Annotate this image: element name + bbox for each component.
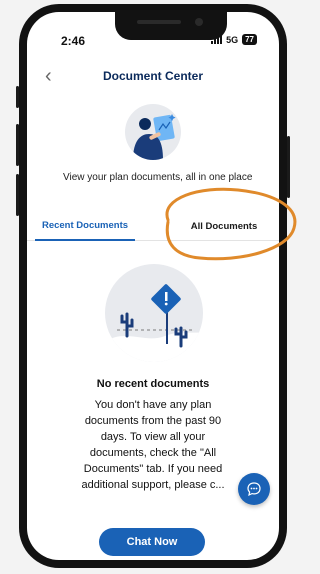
chat-fab-button[interactable]: [238, 473, 270, 505]
power-button: [287, 136, 290, 198]
battery-icon: 77: [242, 34, 257, 45]
app-screen: 2:46 5G 77 ‹ Document Center View your p…: [27, 12, 279, 560]
status-time: 2:46: [61, 34, 86, 48]
status-icons: 5G 77: [211, 34, 257, 45]
front-camera: [195, 18, 203, 26]
desert-sign-icon: [105, 284, 203, 362]
person-document-icon: [133, 114, 176, 160]
page-title: Document Center: [102, 69, 203, 83]
volume-down-button: [16, 174, 19, 216]
tab-bar: Recent Documents All Documents: [27, 212, 279, 241]
empty-state-title: No recent documents: [96, 378, 210, 390]
volume-up-button: [16, 124, 19, 166]
tab-recent-documents[interactable]: Recent Documents: [35, 212, 135, 241]
signal-icon: [211, 35, 223, 44]
network-label: 5G: [226, 34, 239, 45]
chat-bubble-icon: [247, 482, 261, 497]
empty-state-message: You don't have any plan documents from t…: [81, 399, 225, 491]
tab-all-documents[interactable]: All Documents: [169, 212, 279, 240]
mute-switch: [16, 86, 19, 108]
empty-state-illustration: [105, 264, 203, 362]
chat-now-button[interactable]: Chat Now: [99, 528, 205, 556]
hero-illustration: [125, 104, 181, 160]
speaker: [137, 20, 181, 24]
hero-subtitle: View your plan documents, all in one pla…: [63, 172, 253, 183]
